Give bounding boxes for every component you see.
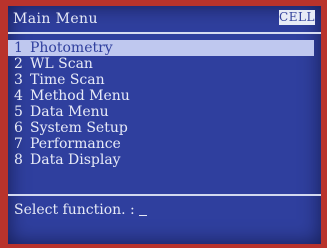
menu-item-time-scan[interactable]: 3 Time Scan bbox=[8, 72, 321, 88]
menu-item-wl-scan[interactable]: 2 WL Scan bbox=[8, 56, 321, 72]
menu-item-system-setup[interactable]: 6 System Setup bbox=[8, 120, 321, 136]
menu-item-number: 7 bbox=[14, 136, 23, 152]
menu-item-label: System Setup bbox=[30, 120, 128, 136]
menu-item-number: 3 bbox=[14, 72, 23, 88]
menu-item-number: 5 bbox=[14, 104, 23, 120]
menu-item-label: Data Menu bbox=[30, 104, 109, 120]
prompt-text: Select function. : bbox=[14, 202, 135, 218]
menu-item-number: 8 bbox=[14, 152, 23, 168]
device-bezel: Main Menu CELL 1 Photometry 2 WL Scan 3 Tim… bbox=[0, 0, 327, 248]
function-prompt[interactable]: Select function. : bbox=[14, 202, 147, 218]
menu-item-label: Data Display bbox=[30, 152, 121, 168]
menu-item-number: 1 bbox=[14, 40, 23, 56]
menu-item-label: Method Menu bbox=[30, 88, 130, 104]
divider bbox=[8, 194, 321, 196]
menu-item-number: 2 bbox=[14, 56, 23, 72]
menu-item-photometry[interactable]: 1 Photometry bbox=[8, 40, 314, 56]
menu-item-method-menu[interactable]: 4 Method Menu bbox=[8, 88, 321, 104]
menu-item-label: WL Scan bbox=[30, 56, 93, 72]
menu-item-label: Time Scan bbox=[30, 72, 105, 88]
lcd-screen: Main Menu CELL 1 Photometry 2 WL Scan 3 Tim… bbox=[8, 6, 321, 244]
menu-item-data-display[interactable]: 8 Data Display bbox=[8, 152, 321, 168]
page-title: Main Menu bbox=[13, 11, 98, 27]
menu-item-label: Performance bbox=[30, 136, 121, 152]
title-bar: Main Menu CELL bbox=[8, 6, 321, 34]
menu-item-number: 4 bbox=[14, 88, 23, 104]
menu-item-performance[interactable]: 7 Performance bbox=[8, 136, 321, 152]
text-cursor bbox=[138, 215, 147, 216]
menu-item-data-menu[interactable]: 5 Data Menu bbox=[8, 104, 321, 120]
menu-item-number: 6 bbox=[14, 120, 23, 136]
main-menu-list: 1 Photometry 2 WL Scan 3 Time Scan 4 Method … bbox=[8, 40, 321, 168]
menu-item-label: Photometry bbox=[30, 40, 113, 56]
cell-badge: CELL bbox=[279, 10, 315, 25]
